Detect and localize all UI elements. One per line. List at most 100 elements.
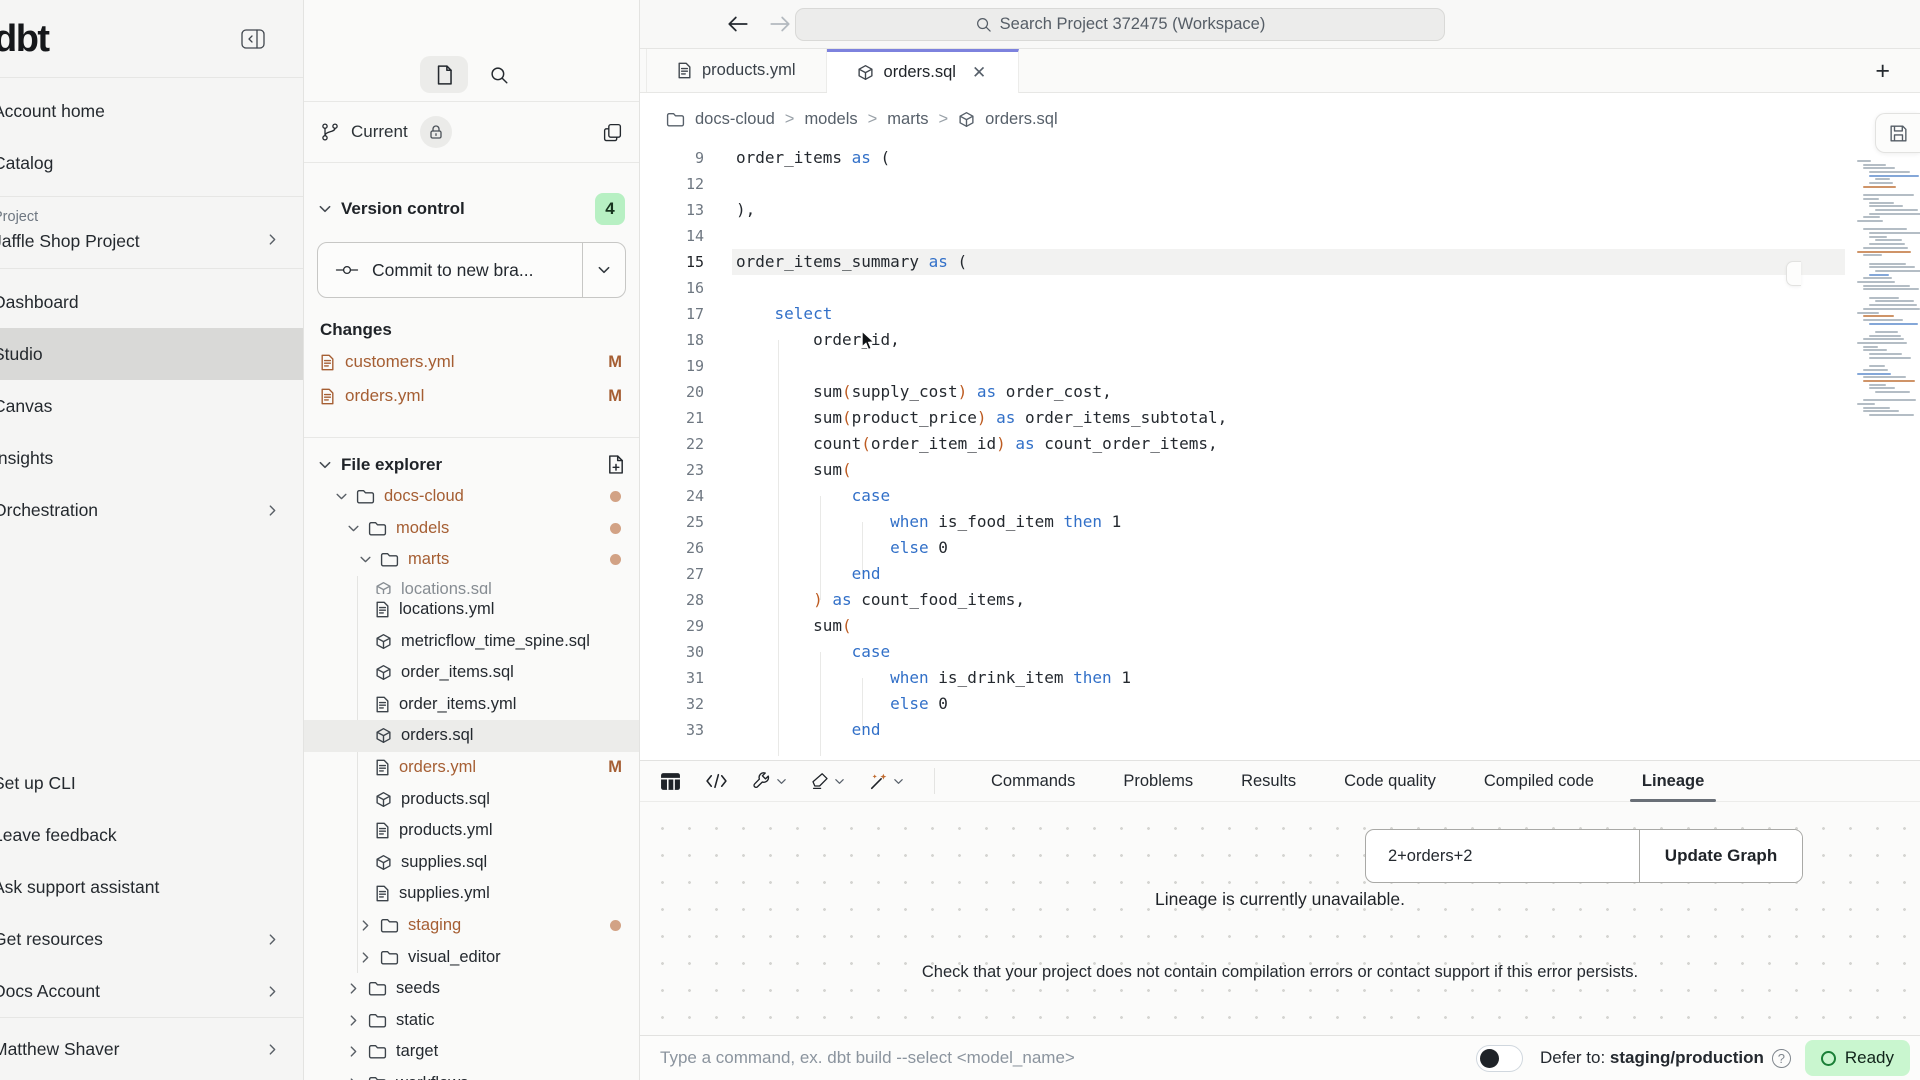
tree-item-products-sql[interactable]: products.sql	[304, 783, 639, 815]
code-line-30[interactable]: 30 case	[640, 639, 1920, 665]
model-cube-icon	[375, 581, 392, 594]
code-line-24[interactable]: 24 case	[640, 483, 1920, 509]
code-line-13[interactable]: 13),	[640, 197, 1920, 223]
editor-minimap[interactable]	[1855, 160, 1915, 400]
copy-icon[interactable]	[602, 122, 623, 143]
sidebar-item-catalog[interactable]: Catalog	[0, 137, 303, 189]
update-graph-button[interactable]: Update Graph	[1640, 830, 1802, 882]
code-line-18[interactable]: 18 order_id,	[640, 327, 1920, 353]
code-line-14[interactable]: 14	[640, 223, 1920, 249]
sidebar-item-docs-account[interactable]: Docs Account	[0, 965, 303, 1017]
panel-tab-commands[interactable]: Commands	[991, 761, 1075, 802]
file-explorer-header[interactable]: File explorer	[318, 454, 625, 475]
panel-tab-code-quality[interactable]: Code quality	[1344, 761, 1436, 802]
panel-tab-results[interactable]: Results	[1241, 761, 1296, 802]
lineage-selector-input[interactable]	[1366, 830, 1640, 882]
build-tools-dropdown[interactable]	[752, 772, 787, 791]
tree-item-docs-cloud[interactable]: docs-cloud	[304, 481, 639, 513]
tree-item-order-items-sql[interactable]: order_items.sql	[304, 657, 639, 689]
tree-item-staging[interactable]: staging	[304, 910, 639, 942]
back-arrow-icon[interactable]	[726, 13, 750, 35]
code-icon[interactable]	[705, 773, 728, 789]
sidebar-item-get-resources[interactable]: Get resources	[0, 913, 303, 965]
project-switcher[interactable]: Project Jaffle Shop Project	[0, 197, 303, 268]
panel-tab-problems[interactable]: Problems	[1123, 761, 1193, 802]
code-line-9[interactable]: 9order_items as (	[640, 145, 1920, 171]
tree-item-marts[interactable]: marts	[304, 544, 639, 576]
magic-wand-dropdown[interactable]	[869, 772, 904, 791]
tree-item-metricflow-time-spine-sql[interactable]: metricflow_time_spine.sql	[304, 625, 639, 657]
code-line-12[interactable]: 12	[640, 171, 1920, 197]
tree-item-models[interactable]: models	[304, 513, 639, 545]
commit-dropdown-button[interactable]	[583, 263, 625, 277]
code-line-27[interactable]: 27 end	[640, 561, 1920, 587]
editor-tab-orders-sql[interactable]: orders.sql✕	[827, 49, 1020, 93]
breadcrumb-segment[interactable]: docs-cloud	[695, 110, 775, 129]
panel-tab-lineage[interactable]: Lineage	[1642, 761, 1704, 802]
tree-item-static[interactable]: static	[304, 1005, 639, 1037]
sidebar-item-studio[interactable]: Studio	[0, 328, 303, 380]
sidebar-item-matthew-shaver[interactable]: Matthew Shaver	[0, 1023, 303, 1075]
sidebar-item-insights[interactable]: Insights	[0, 432, 303, 484]
tree-item-workflows[interactable]: workflows	[304, 1068, 639, 1080]
results-table-icon[interactable]	[660, 772, 681, 791]
sidebar-item-orchestration[interactable]: Orchestration	[0, 484, 303, 536]
help-icon[interactable]: ?	[1772, 1049, 1791, 1068]
changed-file-orders-yml[interactable]: orders.ymlM	[304, 379, 639, 413]
breadcrumb-segment[interactable]: orders.sql	[985, 110, 1057, 129]
tree-item-supplies-yml[interactable]: supplies.yml	[304, 878, 639, 910]
sidebar-item-account-home[interactable]: Account home	[0, 85, 303, 137]
files-view-button[interactable]	[420, 56, 468, 93]
code-line-15[interactable]: 15order_items_summary as (	[640, 249, 1920, 275]
sidebar-item-ask-support-assistant[interactable]: Ask support assistant	[0, 861, 303, 913]
tree-item-supplies-sql[interactable]: supplies.sql	[304, 847, 639, 879]
tree-item-products-yml[interactable]: products.yml	[304, 815, 639, 847]
code-line-19[interactable]: 19	[640, 353, 1920, 379]
code-line-17[interactable]: 17 select	[640, 301, 1920, 327]
panel-tab-compiled-code[interactable]: Compiled code	[1484, 761, 1594, 802]
sidebar-collapse-icon[interactable]	[241, 28, 265, 50]
forward-arrow-icon[interactable]	[768, 13, 792, 35]
tree-item-orders-sql[interactable]: orders.sql	[304, 720, 639, 752]
tree-item-target[interactable]: target	[304, 1036, 639, 1068]
tree-item-orders-yml[interactable]: orders.ymlM	[304, 752, 639, 784]
project-search-input[interactable]: Search Project 372475 (Workspace)	[795, 8, 1445, 41]
save-file-button[interactable]	[1875, 113, 1920, 153]
sidebar-item-set-up-cli[interactable]: Set up CLI	[0, 757, 303, 809]
tree-item-seeds[interactable]: seeds	[304, 973, 639, 1005]
code-line-23[interactable]: 23 sum(	[640, 457, 1920, 483]
search-view-icon[interactable]	[484, 61, 514, 89]
code-line-29[interactable]: 29 sum(	[640, 613, 1920, 639]
sidebar-item-dashboard[interactable]: Dashboard	[0, 276, 303, 328]
sidebar-item-leave-feedback[interactable]: Leave feedback	[0, 809, 303, 861]
new-tab-icon[interactable]: +	[1875, 59, 1890, 83]
tree-item-locations-sql[interactable]: locations.sql	[304, 576, 639, 594]
code-line-28[interactable]: 28 ) as count_food_items,	[640, 587, 1920, 613]
tree-item-locations-yml[interactable]: locations.yml	[304, 594, 639, 626]
code-line-25[interactable]: 25 when is_food_item then 1	[640, 509, 1920, 535]
changed-file-customers-yml[interactable]: customers.ymlM	[304, 345, 639, 379]
code-editor[interactable]: 9order_items as (1213),1415order_items_s…	[640, 145, 1920, 760]
code-line-33[interactable]: 33 end	[640, 717, 1920, 743]
command-input[interactable]	[660, 1048, 1476, 1068]
code-line-20[interactable]: 20 sum(supply_cost) as order_cost,	[640, 379, 1920, 405]
code-line-22[interactable]: 22 count(order_item_id) as count_order_i…	[640, 431, 1920, 457]
code-line-32[interactable]: 32 else 0	[640, 691, 1920, 717]
tree-item-order-items-yml[interactable]: order_items.yml	[304, 689, 639, 721]
code-line-16[interactable]: 16	[640, 275, 1920, 301]
editor-tab-products-yml[interactable]: products.yml	[646, 49, 827, 92]
version-control-header[interactable]: Version control 4	[318, 193, 625, 225]
breadcrumb-segment[interactable]: marts	[887, 110, 928, 129]
code-line-31[interactable]: 31 when is_drink_item then 1	[640, 665, 1920, 691]
tree-item-visual-editor[interactable]: visual_editor	[304, 941, 639, 973]
panel-drag-handle[interactable]	[1786, 261, 1801, 286]
code-line-21[interactable]: 21 sum(product_price) as order_items_sub…	[640, 405, 1920, 431]
defer-toggle[interactable]	[1476, 1045, 1523, 1072]
breadcrumb-segment[interactable]: models	[804, 110, 857, 129]
code-line-26[interactable]: 26 else 0	[640, 535, 1920, 561]
close-tab-icon[interactable]: ✕	[970, 61, 988, 85]
sidebar-item-canvas[interactable]: Canvas	[0, 380, 303, 432]
commit-button[interactable]: Commit to new bra...	[317, 242, 626, 298]
new-file-icon[interactable]	[607, 454, 625, 475]
format-brush-dropdown[interactable]	[811, 772, 845, 790]
